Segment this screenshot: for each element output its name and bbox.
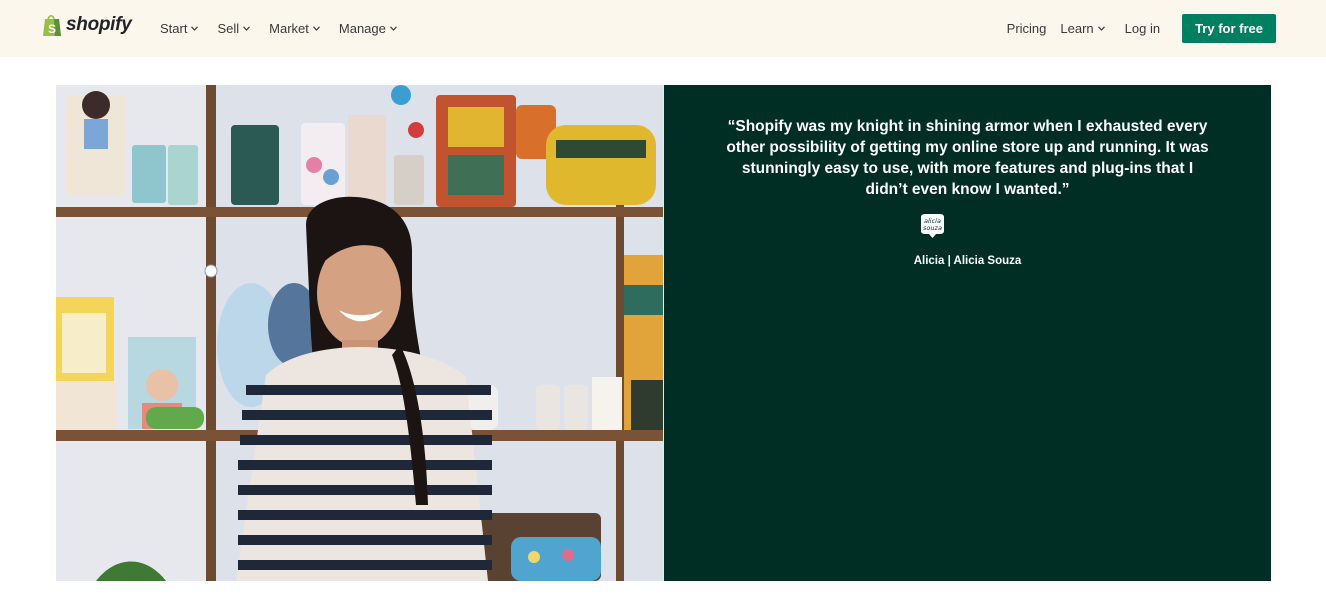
logo-wordmark: shopify [66,14,132,35]
alicia-souza-brand-logo: alicia souza [921,214,944,238]
testimonial-quote: “Shopify was my knight in shining armor … [726,118,1209,198]
chevron-down-icon [389,26,397,31]
chevron-down-icon [191,26,199,31]
svg-text:S: S [48,22,56,36]
nav-market[interactable]: Market [269,21,320,36]
nav-manage[interactable]: Manage [339,21,397,36]
testimonial-panel: “Shopify was my knight in shining armor … [664,85,1271,581]
chevron-down-icon [243,26,251,31]
shopify-logo[interactable]: S shopify [41,13,132,37]
chevron-down-icon [312,26,320,31]
shopping-bag-icon: S [43,15,61,36]
nav-manage-label: Manage [338,21,386,36]
nav-start[interactable]: Start [160,21,199,36]
svg-text:souza: souza [923,224,942,232]
merchant-photo [56,85,663,581]
primary-nav: Start Sell Market Manage [160,0,397,57]
secondary-nav: Pricing Learn Log in Try for free [1007,0,1276,57]
nav-sell[interactable]: Sell [217,21,251,36]
testimonial-author: Alicia | Alicia Souza [913,255,1022,267]
top-navigation-bar: S shopify Start Sell Market Manage Prici… [0,0,1326,57]
pricing-link[interactable]: Pricing [1007,21,1047,36]
chevron-down-icon [1097,26,1105,31]
nav-learn[interactable]: Learn [1060,21,1105,36]
nav-learn-label: Learn [1060,21,1094,36]
login-link[interactable]: Log in [1125,21,1160,36]
nav-market-label: Market [269,21,309,36]
try-for-free-button[interactable]: Try for free [1182,14,1276,43]
nav-start-label: Start [160,21,188,36]
nav-sell-label: Sell [217,21,240,36]
shop-shelves-illustration [56,85,663,581]
